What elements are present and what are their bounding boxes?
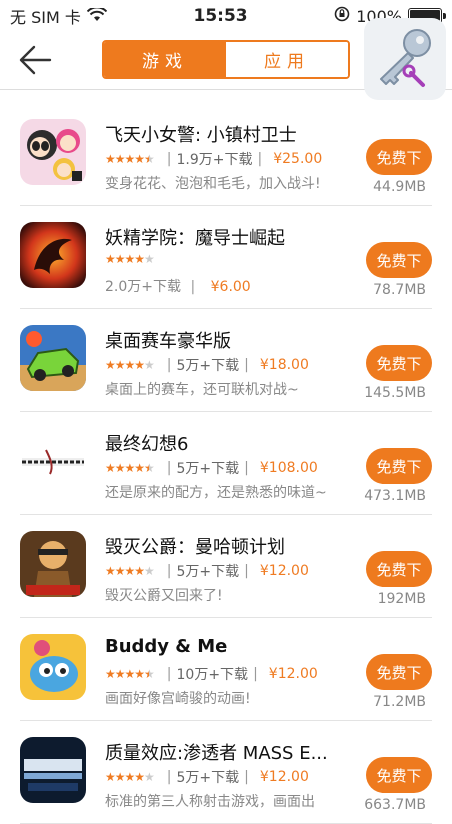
separator: | — [166, 151, 172, 167]
app-title: 妖精学院：魔导士崛起 — [105, 228, 285, 249]
app-size: 473.1MB — [364, 488, 426, 504]
app-size: 71.2MB — [373, 694, 426, 710]
separator: | — [244, 769, 249, 785]
app-meta: ★★★★★ | 10万+下载 | ¥12.00 — [105, 664, 318, 684]
download-count: 1.9万+下载 — [176, 152, 253, 168]
free-download-button[interactable]: 免费下 — [366, 345, 432, 381]
app-icon-mass-effect — [20, 737, 86, 803]
price: ¥18.00 — [259, 357, 309, 373]
download-count: 5万+下载 — [176, 358, 240, 374]
tab-apps[interactable]: 应用 — [226, 42, 348, 77]
free-download-button[interactable]: 免费下 — [366, 242, 432, 278]
back-button[interactable] — [16, 42, 56, 78]
free-download-button[interactable]: 免费下 — [366, 757, 432, 793]
price: ¥12.00 — [259, 769, 309, 785]
download-count: 2.0万+下载 — [105, 279, 181, 295]
separator: | — [166, 769, 172, 785]
app-title: 飞天小女警: 小镇村卫士 — [105, 125, 297, 146]
app-list: 飞天小女警: 小镇村卫士 ★★★★★ | 1.9万+下载 | ¥25.00 变身… — [0, 103, 452, 824]
free-download-button[interactable]: 免费下 — [366, 551, 432, 587]
carrier-label: 无 SIM 卡 — [10, 8, 81, 27]
category-segmented-control: 游戏 应用 — [102, 40, 350, 79]
app-size: 192MB — [377, 591, 426, 607]
rating-stars: ★★★★★ — [105, 358, 155, 372]
app-description: 标准的第三人称射击游戏，画面出 — [105, 794, 315, 810]
download-count: 5万+下载 — [176, 564, 240, 580]
price: ¥108.00 — [259, 460, 318, 476]
free-download-button[interactable]: 免费下 — [366, 139, 432, 175]
separator: | — [253, 666, 258, 682]
list-item[interactable]: 最终幻想6 ★★★★★ | 5万+下载 | ¥108.00 还是原来的配方，还是… — [20, 412, 432, 515]
app-size: 44.9MB — [373, 179, 426, 195]
app-icon-powerpuff — [20, 119, 86, 185]
list-item[interactable]: 妖精学院：魔导士崛起 ★★★★★ 2.0万+下载 | ¥6.00 免费下 78.… — [20, 206, 432, 309]
free-download-button[interactable]: 免费下 — [366, 654, 432, 690]
list-item[interactable]: Buddy & Me ★★★★★ | 10万+下载 | ¥12.00 画面好像宫… — [20, 618, 432, 721]
rating-stars: ★★★★★ — [105, 252, 155, 266]
wifi-icon — [86, 5, 108, 26]
price: ¥12.00 — [259, 563, 309, 579]
app-description: 桌面上的赛车，还可联机对战~ — [105, 382, 299, 398]
separator: | — [166, 563, 172, 579]
list-item[interactable]: 毁灭公爵：曼哈顿计划 ★★★★★ | 5万+下载 | ¥12.00 毁灭公爵又回… — [20, 515, 432, 618]
list-item[interactable]: 质量效应:渗透者 MASS E... ★★★★★ | 5万+下载 | ¥12.0… — [20, 721, 432, 824]
app-title: 毁灭公爵：曼哈顿计划 — [105, 537, 285, 558]
separator: | — [244, 357, 249, 373]
app-icon-buddy-and-me — [20, 634, 86, 700]
download-count: 5万+下载 — [176, 461, 240, 477]
rotation-lock-icon — [334, 6, 350, 26]
key-tool-icon[interactable] — [364, 18, 446, 100]
rating-stars: ★★★★★ — [105, 564, 155, 578]
app-meta-line: 2.0万+下载 | ¥6.00 — [105, 276, 251, 296]
app-meta: ★★★★★ | 5万+下载 | ¥18.00 — [105, 355, 309, 375]
rating-stars: ★★★★★ — [105, 667, 155, 681]
app-icon-table-top-racing — [20, 325, 86, 391]
app-size: 145.5MB — [364, 385, 426, 401]
list-item[interactable]: 飞天小女警: 小镇村卫士 ★★★★★ | 1.9万+下载 | ¥25.00 变身… — [20, 103, 432, 206]
carrier-group: 无 SIM 卡 — [10, 4, 108, 28]
price: ¥25.00 — [273, 151, 323, 167]
app-size: 663.7MB — [364, 797, 426, 813]
list-item[interactable]: 桌面赛车豪华版 ★★★★★ | 5万+下载 | ¥18.00 桌面上的赛车，还可… — [20, 309, 432, 412]
app-meta: ★★★★★ — [105, 252, 162, 266]
separator: | — [244, 563, 249, 579]
separator: | — [166, 357, 172, 373]
app-title: 桌面赛车豪华版 — [105, 331, 231, 352]
download-count: 10万+下载 — [176, 667, 249, 683]
price: ¥6.00 — [210, 279, 251, 295]
separator: | — [190, 279, 196, 295]
app-title: 质量效应:渗透者 MASS E... — [105, 743, 328, 764]
app-title: Buddy & Me — [105, 636, 228, 657]
app-icon-final-fantasy — [20, 428, 86, 494]
rating-stars: ★★★★★ — [105, 152, 155, 166]
rating-stars: ★★★★★ — [105, 770, 155, 784]
separator: | — [244, 460, 249, 476]
app-meta: ★★★★★ | 1.9万+下载 | ¥25.00 — [105, 149, 322, 169]
rating-stars: ★★★★★ — [105, 461, 155, 475]
clock: 15:53 — [193, 6, 248, 26]
app-description: 毁灭公爵又回来了! — [105, 588, 223, 604]
price: ¥12.00 — [268, 666, 318, 682]
app-meta: ★★★★★ | 5万+下载 | ¥108.00 — [105, 458, 318, 478]
app-meta: ★★★★★ | 5万+下载 | ¥12.00 — [105, 767, 309, 787]
app-icon-duke-nukem — [20, 531, 86, 597]
app-description: 还是原来的配方，还是熟悉的味道~ — [105, 485, 327, 501]
free-download-button[interactable]: 免费下 — [366, 448, 432, 484]
tab-games[interactable]: 游戏 — [104, 42, 226, 77]
app-size: 78.7MB — [373, 282, 426, 298]
app-icon-fairy-tail — [20, 222, 86, 288]
app-meta: ★★★★★ | 5万+下载 | ¥12.00 — [105, 561, 309, 581]
separator: | — [257, 151, 263, 167]
nav-bar: 游戏 应用 — [0, 18, 452, 100]
app-title: 最终幻想6 — [105, 434, 189, 455]
app-description: 变身花花、泡泡和毛毛，加入战斗! — [105, 176, 321, 192]
separator: | — [166, 460, 172, 476]
app-description: 画面好像宫崎骏的动画! — [105, 691, 251, 707]
separator: | — [166, 666, 172, 682]
download-count: 5万+下载 — [176, 770, 240, 786]
